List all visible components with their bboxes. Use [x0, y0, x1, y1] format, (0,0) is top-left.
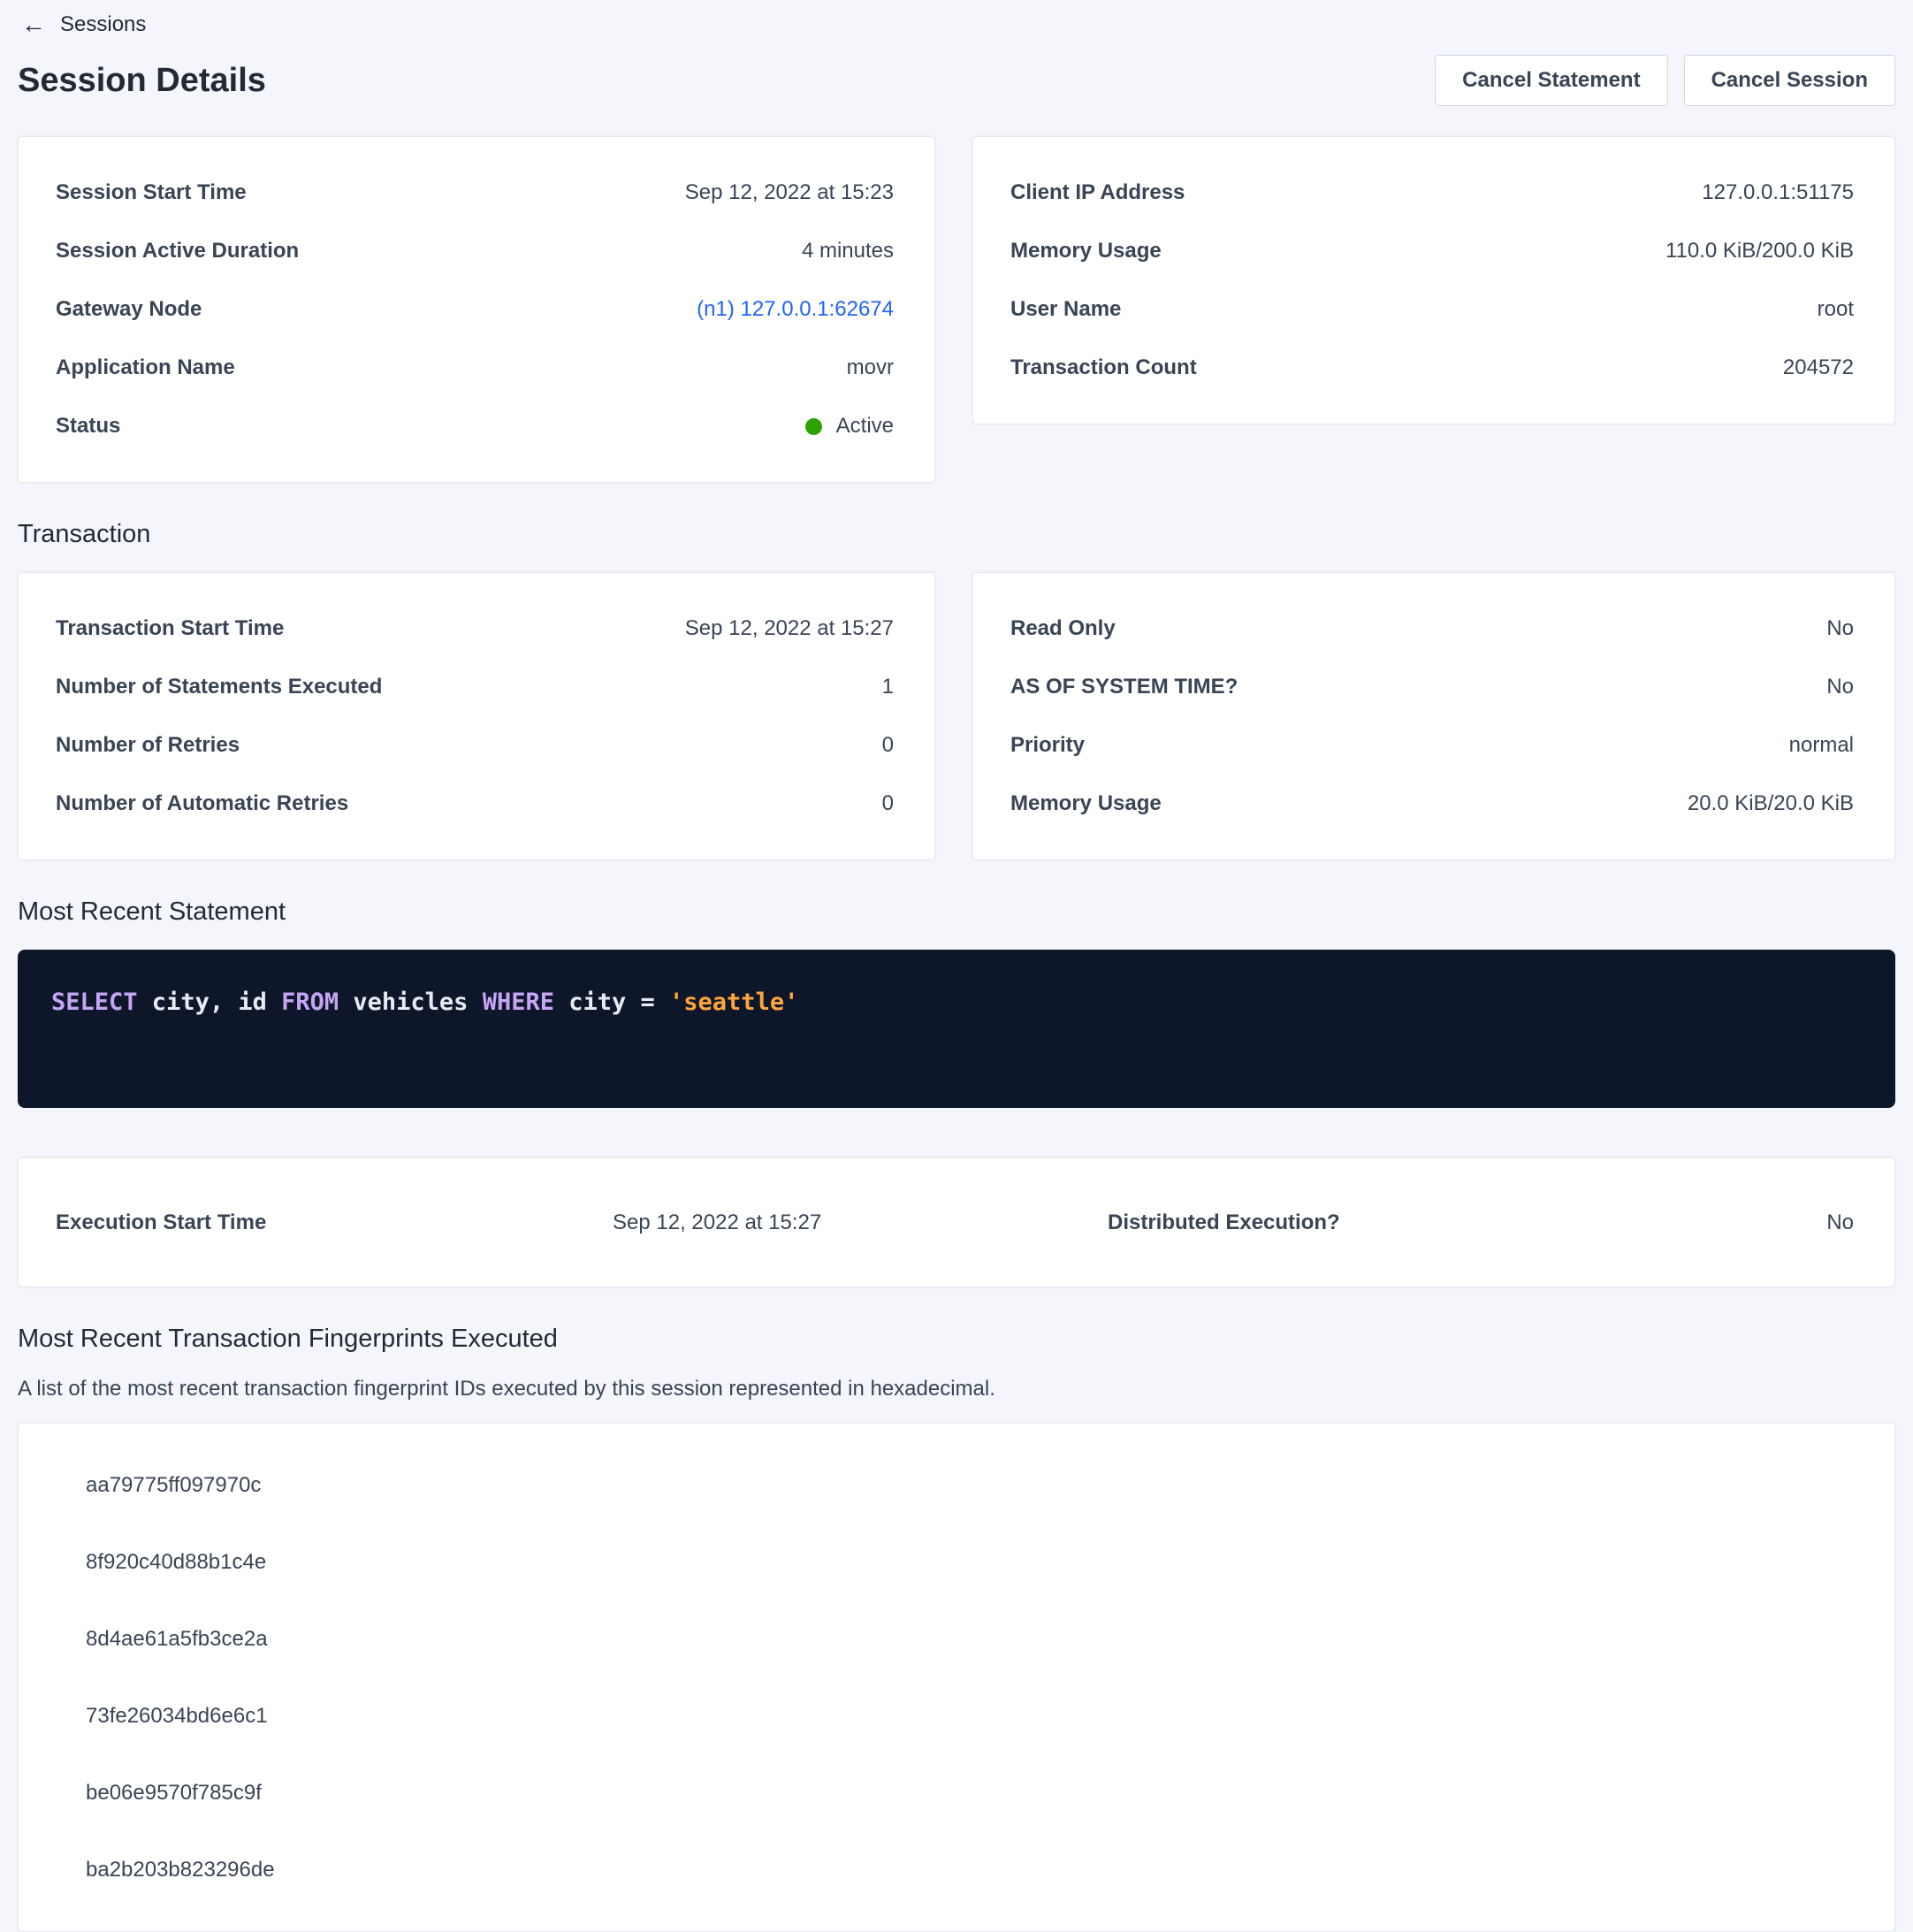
info-value: normal — [1789, 733, 1854, 758]
back-arrow-icon: ← — [21, 12, 46, 37]
sql-keyword: FROM — [281, 989, 339, 1016]
info-value: No — [1629, 1210, 1854, 1235]
status-text: Active — [836, 414, 894, 439]
info-label: Number of Retries — [56, 733, 240, 758]
page-title: Session Details — [18, 62, 266, 100]
info-label: AS OF SYSTEM TIME? — [1010, 675, 1238, 699]
info-value: 4 minutes — [802, 239, 894, 263]
session-info-card: Session Start Time Sep 12, 2022 at 15:23… — [18, 136, 935, 483]
fingerprint-list-item: 8d4ae61a5fb3ce2a — [19, 1600, 1894, 1677]
cancel-session-button[interactable]: Cancel Session — [1684, 55, 1895, 106]
info-label: Memory Usage — [1010, 239, 1162, 263]
info-label: Number of Statements Executed — [56, 675, 382, 699]
transaction-section-title: Transaction — [18, 520, 1895, 549]
info-label: Gateway Node — [56, 297, 202, 322]
back-to-sessions-link[interactable]: ← Sessions — [21, 12, 146, 37]
info-label: Transaction Count — [1010, 355, 1197, 380]
transaction-info-card: Transaction Start Time Sep 12, 2022 at 1… — [18, 572, 935, 860]
info-value: No — [1826, 675, 1854, 699]
info-row-status: Status Active — [56, 397, 894, 455]
execution-info-row: Execution Start Time Sep 12, 2022 at 15:… — [56, 1210, 1854, 1235]
cancel-statement-button[interactable]: Cancel Statement — [1435, 55, 1667, 106]
sql-text: city = — [554, 989, 669, 1016]
info-row-as-of-system-time: AS OF SYSTEM TIME? No — [1010, 658, 1854, 716]
sql-text: vehicles — [339, 989, 483, 1016]
info-value: 0 — [882, 791, 894, 816]
info-label: Read Only — [1010, 616, 1116, 641]
sql-keyword: SELECT — [51, 989, 138, 1016]
info-value: 0 — [882, 733, 894, 758]
info-row-priority: Priority normal — [1010, 716, 1854, 775]
info-label: Memory Usage — [1010, 791, 1162, 816]
info-label: Client IP Address — [1010, 180, 1185, 205]
fingerprint-list-item: be06e9570f785c9f — [19, 1754, 1894, 1831]
info-row-txn-memory-usage: Memory Usage 20.0 KiB/20.0 KiB — [1010, 775, 1854, 833]
sql-keyword: WHERE — [483, 989, 554, 1016]
fingerprints-description: A list of the most recent transaction fi… — [18, 1377, 1895, 1401]
gateway-node-link[interactable]: (n1) 127.0.0.1:62674 — [697, 297, 894, 322]
sql-statement-box: SELECT city, id FROM vehicles WHERE city… — [18, 950, 1895, 1108]
info-row-session-active-duration: Session Active Duration 4 minutes — [56, 222, 894, 280]
info-row-read-only: Read Only No — [1010, 599, 1854, 658]
info-value: Sep 12, 2022 at 15:23 — [685, 180, 894, 205]
info-row-txn-start-time: Transaction Start Time Sep 12, 2022 at 1… — [56, 599, 894, 658]
info-row-automatic-retries: Number of Automatic Retries 0 — [56, 775, 894, 833]
fingerprint-list-item: 73fe26034bd6e6c1 — [19, 1677, 1894, 1754]
fingerprint-list-item: 8f920c40d88b1c4e — [19, 1523, 1894, 1600]
info-row-application-name: Application Name movr — [56, 339, 894, 397]
info-label: User Name — [1010, 297, 1121, 322]
info-label: Priority — [1010, 733, 1085, 758]
info-label: Session Start Time — [56, 180, 247, 205]
info-label: Distributed Execution? — [1108, 1210, 1629, 1235]
info-row-gateway-node: Gateway Node (n1) 127.0.0.1:62674 — [56, 280, 894, 339]
info-label: Transaction Start Time — [56, 616, 284, 641]
execution-info-card: Execution Start Time Sep 12, 2022 at 15:… — [18, 1157, 1895, 1287]
fingerprints-card: aa79775ff097970c 8f920c40d88b1c4e 8d4ae6… — [18, 1423, 1895, 1932]
info-row-transaction-count: Transaction Count 204572 — [1010, 339, 1854, 397]
fingerprint-list-item: ba2b203b823296de — [19, 1831, 1894, 1908]
info-value: No — [1826, 616, 1854, 641]
fingerprint-list-item: aa79775ff097970c — [19, 1447, 1894, 1523]
info-value: 127.0.0.1:51175 — [1702, 180, 1854, 205]
back-link-label: Sessions — [60, 12, 146, 37]
info-value: 1 — [882, 675, 894, 699]
info-row-retries: Number of Retries 0 — [56, 716, 894, 775]
info-value: Sep 12, 2022 at 15:27 — [613, 1210, 1108, 1235]
header-actions: Cancel Statement Cancel Session — [1435, 55, 1895, 106]
info-label: Number of Automatic Retries — [56, 791, 348, 816]
sql-text: city, id — [138, 989, 282, 1016]
status-badge: Active — [805, 414, 894, 439]
most-recent-statement-title: Most Recent Statement — [18, 897, 1895, 927]
status-active-dot-icon — [805, 418, 822, 435]
transaction-props-card: Read Only No AS OF SYSTEM TIME? No Prior… — [972, 572, 1895, 860]
info-label: Session Active Duration — [56, 239, 299, 263]
info-value: 110.0 KiB/200.0 KiB — [1665, 239, 1854, 263]
session-overview-section: Session Start Time Sep 12, 2022 at 15:23… — [18, 136, 1895, 483]
info-value: movr — [847, 355, 894, 380]
info-value: root — [1818, 297, 1854, 322]
info-label: Application Name — [56, 355, 235, 380]
info-row-statements-executed: Number of Statements Executed 1 — [56, 658, 894, 716]
transaction-section: Transaction Start Time Sep 12, 2022 at 1… — [18, 572, 1895, 860]
info-value: 204572 — [1783, 355, 1854, 380]
sql-string-literal: 'seattle' — [669, 989, 798, 1016]
info-row-memory-usage: Memory Usage 110.0 KiB/200.0 KiB — [1010, 222, 1854, 280]
session-stats-card: Client IP Address 127.0.0.1:51175 Memory… — [972, 136, 1895, 424]
info-label: Execution Start Time — [56, 1210, 613, 1235]
info-row-user-name: User Name root — [1010, 280, 1854, 339]
info-label: Status — [56, 414, 120, 439]
info-row-session-start-time: Session Start Time Sep 12, 2022 at 15:23 — [56, 164, 894, 222]
fingerprints-section-title: Most Recent Transaction Fingerprints Exe… — [18, 1325, 1895, 1354]
info-value: 20.0 KiB/20.0 KiB — [1688, 791, 1854, 816]
info-value: Sep 12, 2022 at 15:27 — [685, 616, 894, 641]
info-row-client-ip: Client IP Address 127.0.0.1:51175 — [1010, 164, 1854, 222]
page-header: Session Details Cancel Statement Cancel … — [18, 55, 1895, 106]
